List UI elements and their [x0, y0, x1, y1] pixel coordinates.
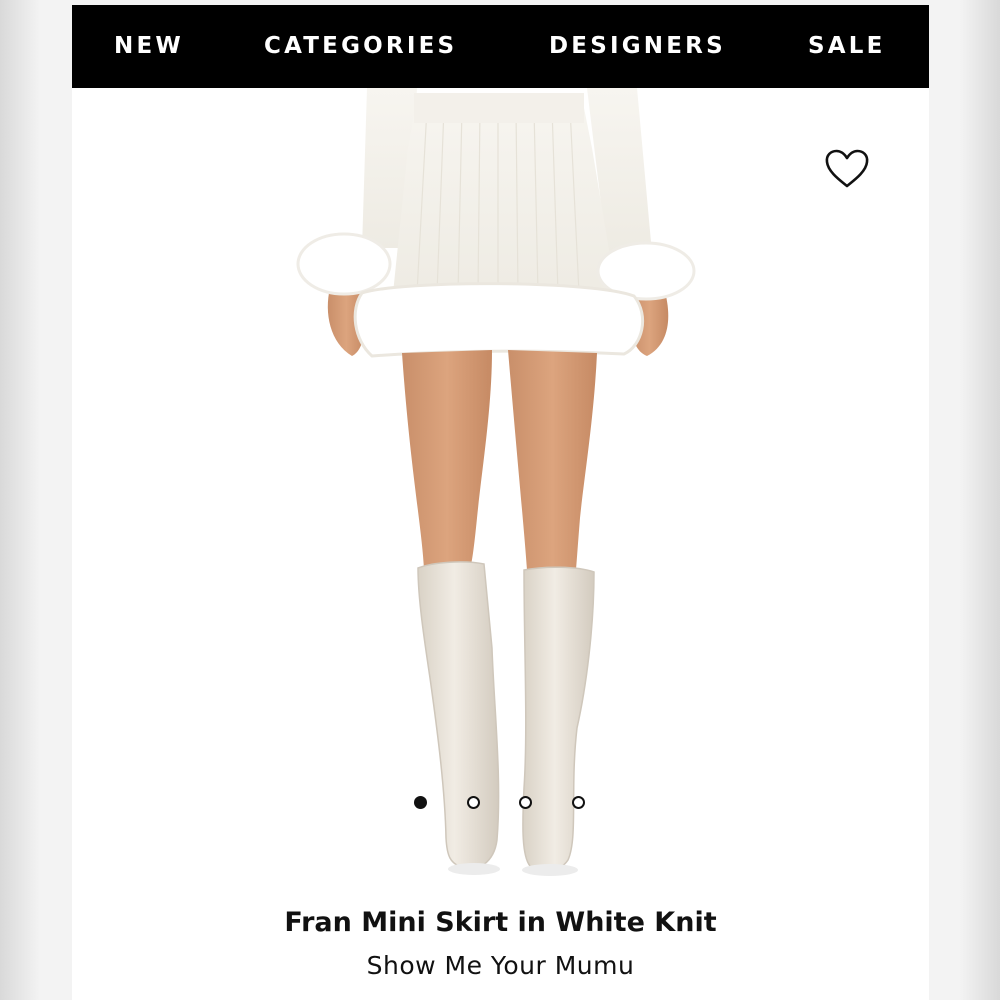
wishlist-heart-icon[interactable] — [823, 148, 871, 190]
nav-categories[interactable]: CATEGORIES — [264, 33, 457, 59]
pagination-dot-2[interactable] — [467, 796, 480, 809]
product-title: Fran Mini Skirt in White Knit — [284, 907, 717, 938]
pagination-dot-1[interactable] — [414, 796, 427, 809]
nav-sale[interactable]: SALE — [808, 33, 886, 59]
product-image[interactable] — [72, 88, 929, 888]
product-brand-link[interactable]: Show Me Your Mumu — [72, 951, 929, 980]
pagination-dot-3[interactable] — [519, 796, 532, 809]
nav-designers[interactable]: DESIGNERS — [549, 33, 726, 59]
pagination-dot-4[interactable] — [572, 796, 585, 809]
image-pagination — [72, 796, 929, 816]
nav-new[interactable]: NEW — [114, 33, 184, 59]
app-screen: NEW CATEGORIES DESIGNERS SALE Fran Mini … — [72, 5, 929, 1000]
top-navigation: NEW CATEGORIES DESIGNERS SALE — [72, 5, 929, 88]
